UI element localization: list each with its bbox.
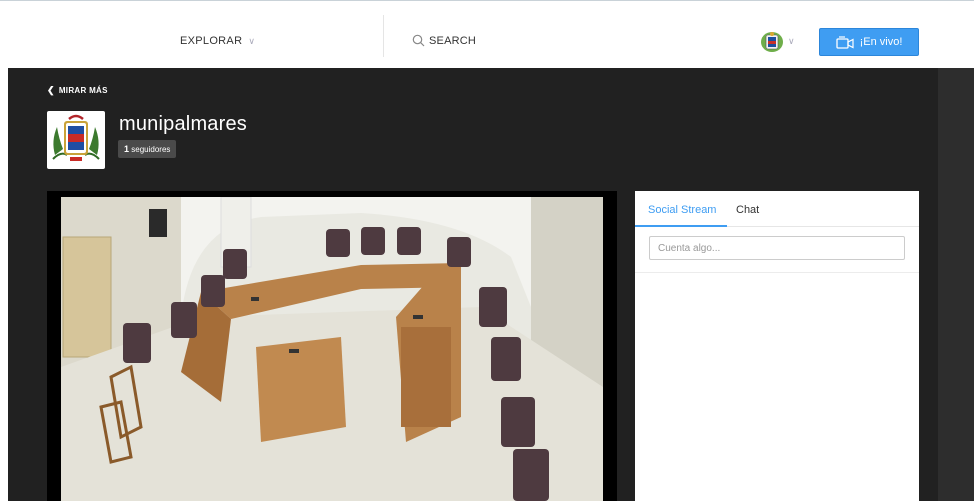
avatar xyxy=(761,32,783,52)
explore-menu[interactable]: EXPLORAR ∨ xyxy=(180,35,255,47)
camera-icon xyxy=(835,35,854,49)
nav-divider xyxy=(383,15,384,57)
chevron-left-icon: ❮ xyxy=(47,85,55,95)
top-navbar: EXPLORAR ∨ SEARCH ∨ ¡En vivo! xyxy=(0,0,974,68)
channel-name: munipalmares xyxy=(119,113,248,135)
search-button[interactable]: SEARCH xyxy=(412,34,476,47)
page-gutter xyxy=(938,68,974,501)
tab-chat[interactable]: Chat xyxy=(736,204,759,216)
go-live-label: ¡En vivo! xyxy=(859,36,903,48)
user-avatar-menu[interactable]: ∨ xyxy=(760,31,800,53)
tab-social-stream[interactable]: Social Stream xyxy=(648,204,716,216)
panel-tabs: Social Stream Chat xyxy=(635,191,919,227)
back-link[interactable]: ❮ MIRAR MÁS xyxy=(47,85,108,96)
explore-label: EXPLORAR xyxy=(180,35,243,47)
chevron-down-icon: ∨ xyxy=(248,36,256,46)
chevron-down-icon: ∨ xyxy=(788,36,795,46)
post-input[interactable] xyxy=(649,236,905,260)
search-icon xyxy=(412,34,425,47)
go-live-button[interactable]: ¡En vivo! xyxy=(819,28,919,56)
coat-of-arms-logo xyxy=(52,114,100,161)
channel-logo[interactable] xyxy=(47,111,105,169)
followers-label: seguidores xyxy=(131,145,171,154)
back-label: MIRAR MÁS xyxy=(58,86,108,95)
post-composer xyxy=(635,227,919,273)
search-label: SEARCH xyxy=(429,35,477,47)
video-frame xyxy=(61,197,603,501)
video-player[interactable] xyxy=(47,191,617,501)
followers-badge: 1 seguidores xyxy=(118,140,177,158)
followers-count: 1 xyxy=(124,144,130,154)
social-panel: Social Stream Chat xyxy=(635,191,919,501)
